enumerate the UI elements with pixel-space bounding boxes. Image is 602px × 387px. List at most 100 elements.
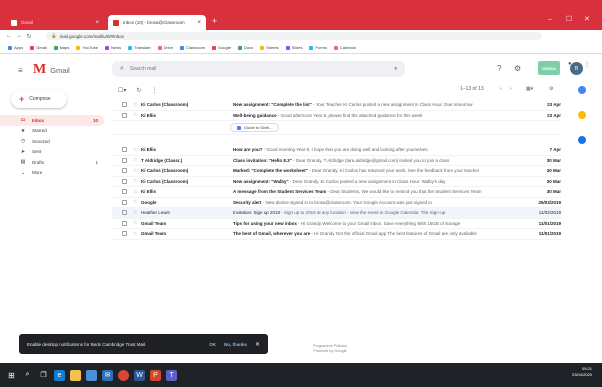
row-checkbox[interactable]	[122, 102, 127, 108]
star-icon[interactable]: ☆	[133, 157, 141, 163]
calendar-icon[interactable]	[578, 86, 586, 94]
help-icon[interactable]: ?	[497, 64, 501, 73]
search-icon[interactable]: ⌕	[22, 370, 33, 381]
row-checkbox[interactable]	[122, 220, 127, 226]
attachment-chip[interactable]: Guide to Sixth...	[230, 123, 280, 132]
browser-tab-inbox[interactable]: Inbox (10) - brosa@Classroom ×	[108, 15, 206, 30]
star-icon[interactable]: ☆	[133, 231, 141, 237]
refresh-icon[interactable]: ↻	[136, 87, 141, 94]
search-input[interactable]	[129, 66, 389, 72]
no-thanks-button[interactable]: No, thanks	[224, 342, 247, 347]
row-checkbox[interactable]	[122, 157, 127, 163]
system-clock[interactable]: 09:21 23/04/2020	[572, 366, 592, 378]
file-explorer-icon[interactable]	[70, 369, 81, 381]
sidebar-item-more[interactable]: ⌄ More	[0, 168, 104, 179]
sidebar-item-drafts[interactable]: ▤ Drafts 1	[0, 157, 104, 168]
gmail-logo[interactable]: M Gmail	[33, 63, 70, 77]
more-options-icon[interactable]: ⋮	[151, 87, 157, 94]
input-tools-icon[interactable]: ▦▾	[526, 86, 533, 92]
settings-gear-icon[interactable]: ⚙	[549, 86, 553, 92]
table-row[interactable]: ☆ Ki Ellis How are you? - Good morning Yea…	[112, 145, 561, 156]
row-checkbox[interactable]	[122, 112, 127, 118]
bookmark-item[interactable]: Drive	[157, 45, 173, 50]
settings-gear-icon[interactable]: ⚙	[514, 64, 521, 73]
row-checkbox[interactable]	[122, 210, 127, 216]
row-checkbox[interactable]	[122, 199, 127, 205]
bookmark-item[interactable]: Sheets	[260, 45, 279, 50]
url-field[interactable]: 🔒 mail.google.com/mail/u/0/#inbox	[46, 32, 542, 40]
bookmark-item[interactable]: YouTube	[76, 45, 98, 50]
bookmark-item[interactable]: Apps	[8, 45, 23, 50]
forward-icon[interactable]: →	[14, 33, 24, 39]
star-icon[interactable]: ☆	[133, 199, 141, 205]
star-icon[interactable]: ☆	[133, 178, 141, 184]
sidebar-item-inbox[interactable]: ▭ Inbox 10	[0, 115, 104, 126]
new-tab-button[interactable]: +	[212, 16, 217, 26]
teams-icon[interactable]: T	[166, 369, 177, 381]
table-row[interactable]: ☆ Gmail Team The best of Gmail, wherever y…	[112, 229, 561, 240]
minimize-button[interactable]: –	[548, 16, 552, 24]
star-icon[interactable]: ☆	[133, 189, 141, 195]
bookmark-item[interactable]: News	[105, 45, 121, 50]
chrome-icon[interactable]	[118, 369, 129, 381]
table-row[interactable]: ☆ Ki Ellis Well-being guidance - Good afte…	[112, 111, 561, 121]
table-row[interactable]: ☆ Ki Carlos (Classroom) Marked: "Complete …	[112, 166, 561, 177]
close-window-button[interactable]: ✕	[584, 16, 590, 24]
star-icon[interactable]: ☆	[133, 168, 141, 174]
search-options-icon[interactable]: ▾	[394, 66, 397, 72]
star-icon[interactable]: ☆	[133, 102, 141, 108]
tasks-icon[interactable]	[578, 136, 586, 144]
search-icon[interactable]: ⌕	[120, 65, 124, 73]
maximize-button[interactable]: ☐	[566, 16, 572, 24]
compose-button[interactable]: + Compose	[11, 90, 67, 108]
star-icon[interactable]: ☆	[133, 112, 141, 118]
close-icon[interactable]: ×	[95, 20, 99, 26]
star-icon[interactable]: ☆	[133, 220, 141, 226]
select-all-checkbox[interactable]: ☐▾	[118, 87, 126, 94]
bookmark-item[interactable]: Calendar	[333, 45, 356, 50]
table-row[interactable]: ☆ Google Security alert - New device signe…	[112, 198, 561, 208]
ok-button[interactable]: OK	[209, 342, 216, 347]
reload-icon[interactable]: ↻	[24, 33, 34, 40]
browser-tab-gmail[interactable]: Gmail ×	[6, 15, 104, 30]
sidebar-item-snoozed[interactable]: ◷ Snoozed	[0, 136, 104, 147]
star-icon[interactable]: ☆	[133, 210, 141, 216]
avatar[interactable]: B	[570, 62, 583, 75]
bookmark-item[interactable]: Maps	[53, 45, 69, 50]
powerpoint-icon[interactable]: P	[150, 369, 161, 381]
task-view-icon[interactable]: ❐	[38, 370, 49, 381]
bookmark-item[interactable]: Gmail	[30, 45, 47, 50]
store-icon[interactable]	[86, 369, 97, 381]
table-row[interactable]: ☆ Heather Lewis Invitation: Sign up 2019 -…	[112, 208, 561, 219]
table-row[interactable]: ☆ Ki Carlos (Classroom) New assignment: "W…	[112, 177, 561, 187]
bookmark-item[interactable]: Docs	[238, 45, 253, 50]
table-row[interactable]: ☆ Ki Carlos (Classroom) New assignment: "C…	[112, 100, 561, 111]
table-row[interactable]: ☆ Gmail Team Tips for using your new inbox…	[112, 219, 561, 229]
bookmark-item[interactable]: Forms	[309, 45, 327, 50]
row-checkbox[interactable]	[122, 168, 127, 174]
star-icon[interactable]: ☆	[133, 147, 141, 153]
edge-icon[interactable]: e	[54, 369, 65, 381]
back-icon[interactable]: ←	[4, 33, 14, 39]
bookmark-item[interactable]: Translate	[128, 45, 151, 50]
close-icon[interactable]: ×	[197, 20, 201, 26]
bookmark-item[interactable]: Classroom	[179, 45, 205, 50]
word-icon[interactable]: W	[134, 369, 145, 381]
windows-start-icon[interactable]: ⊞	[6, 370, 17, 381]
chrome-menu-icon[interactable]: ⋮	[584, 61, 590, 68]
table-row[interactable]: ☆ T Aldridge (Classr.) Class invitation: "…	[112, 156, 561, 166]
sidebar-item-sent[interactable]: ➤ Sent	[0, 147, 104, 158]
row-checkbox[interactable]	[122, 231, 127, 237]
chevron-right-icon[interactable]: ›	[510, 86, 512, 92]
mail-icon[interactable]: ✉	[102, 369, 113, 381]
chevron-left-icon[interactable]: ‹	[500, 86, 502, 92]
row-checkbox[interactable]	[122, 189, 127, 195]
sidebar-item-starred[interactable]: ★ Starred	[0, 126, 104, 137]
table-row[interactable]: ☆ Ki Ellis A message from the Student Serv…	[112, 187, 561, 198]
bookmark-item[interactable]: Slides	[285, 45, 302, 50]
keep-icon[interactable]	[578, 111, 586, 119]
bookmark-item[interactable]: Google	[212, 45, 231, 50]
main-menu-icon[interactable]: ≡	[18, 66, 23, 75]
row-checkbox[interactable]	[122, 147, 127, 153]
close-icon[interactable]: ✕	[255, 341, 260, 348]
